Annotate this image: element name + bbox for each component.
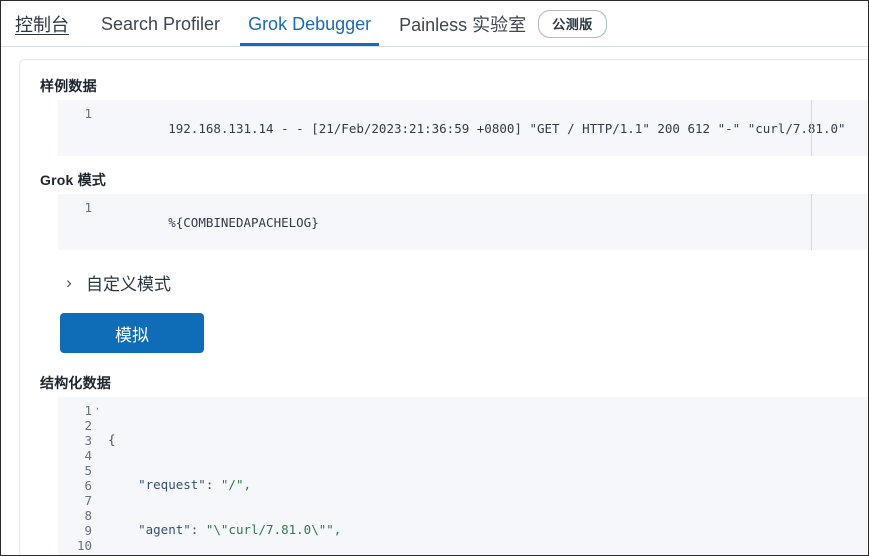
structured-data-label: 结构化数据 <box>40 375 111 391</box>
tab-search-profiler[interactable]: Search Profiler <box>87 2 234 46</box>
sample-data-editor[interactable]: 1 192.168.131.14 - - [21/Feb/2023:21:36:… <box>40 100 868 156</box>
grok-pattern-code[interactable]: %{COMBINEDAPACHELOG} <box>98 194 868 250</box>
line-number: 9 <box>84 523 92 538</box>
sample-data-line: 192.168.131.14 - - [21/Feb/2023:21:36:59… <box>168 121 846 136</box>
line-number: 4 <box>84 448 92 463</box>
line-number: 7 <box>84 493 92 508</box>
custom-patterns-accordion[interactable]: › 自定义模式 <box>58 270 868 295</box>
line-number: 1 <box>84 200 92 215</box>
line-number: 6 <box>84 478 92 493</box>
line-number: 10 <box>76 538 92 553</box>
structured-data-section: 结构化数据 1▾ 2 3 4 5 6 7 8 9 10 11 12 13 <box>40 373 868 555</box>
sample-data-code[interactable]: 192.168.131.14 - - [21/Feb/2023:21:36:59… <box>98 100 868 156</box>
grok-pattern-line: %{COMBINEDAPACHELOG} <box>168 215 319 230</box>
grok-debugger-panel: 样例数据 1 192.168.131.14 - - [21/Feb/2023:2… <box>19 59 868 555</box>
json-line: "agent": "\"curl/7.81.0\"", <box>108 522 342 537</box>
line-number: 8 <box>84 508 92 523</box>
custom-patterns-label: 自定义模式 <box>86 275 171 294</box>
tab-grok-debugger-label: Grok Debugger <box>248 13 372 34</box>
beta-badge[interactable]: 公测版 <box>538 10 607 38</box>
chevron-right-icon: › <box>66 273 72 292</box>
json-value-request: "/", <box>220 477 251 492</box>
line-number: 1▾ <box>58 403 101 418</box>
line-number: 1 <box>84 106 92 121</box>
json-value-agent: "\"curl/7.81.0\"", <box>205 522 342 537</box>
main-tab-bar: 控制台 Search Profiler Grok Debugger Painle… <box>1 1 868 47</box>
grok-pattern-vertical-ruler <box>811 194 812 250</box>
structured-data-gutter-pad <box>40 397 58 555</box>
structured-data-editor[interactable]: 1▾ 2 3 4 5 6 7 8 9 10 11 12 13 { "requ <box>40 397 868 555</box>
tab-painless-lab-label: Painless 实验室 <box>399 15 527 35</box>
json-line: "request": "/", <box>108 477 251 492</box>
tab-console-label: 控制台 <box>15 15 69 35</box>
sample-data-label: 样例数据 <box>40 78 97 94</box>
line-number: 2 <box>84 418 92 433</box>
grok-pattern-editor[interactable]: 1 %{COMBINEDAPACHELOG} <box>40 194 868 250</box>
tab-search-profiler-label: Search Profiler <box>101 13 221 34</box>
structured-data-code[interactable]: { "request": "/", "agent": "\"curl/7.81.… <box>98 397 868 555</box>
grok-pattern-gutter: 1 <box>58 194 98 250</box>
grok-pattern-gutter-pad <box>40 194 58 250</box>
tab-grok-debugger[interactable]: Grok Debugger <box>234 2 385 46</box>
sample-data-gutter-pad <box>40 100 58 156</box>
grok-debugger-app: 控制台 Search Profiler Grok Debugger Painle… <box>0 0 869 556</box>
line-number: 5 <box>84 463 92 478</box>
grok-pattern-label: Grok 模式 <box>40 172 106 188</box>
line-number: 3 <box>84 433 92 448</box>
tab-painless-lab[interactable]: Painless 实验室 公测版 <box>385 2 621 46</box>
tab-console[interactable]: 控制台 <box>7 2 87 46</box>
line-number: 11 <box>58 553 92 555</box>
simulate-button[interactable]: 模拟 <box>60 313 204 353</box>
structured-data-gutter: 1▾ 2 3 4 5 6 7 8 9 10 11 12 13 <box>58 397 101 555</box>
sample-data-vertical-ruler <box>811 100 812 156</box>
json-line: { <box>108 432 116 447</box>
sample-data-gutter: 1 <box>58 100 98 156</box>
